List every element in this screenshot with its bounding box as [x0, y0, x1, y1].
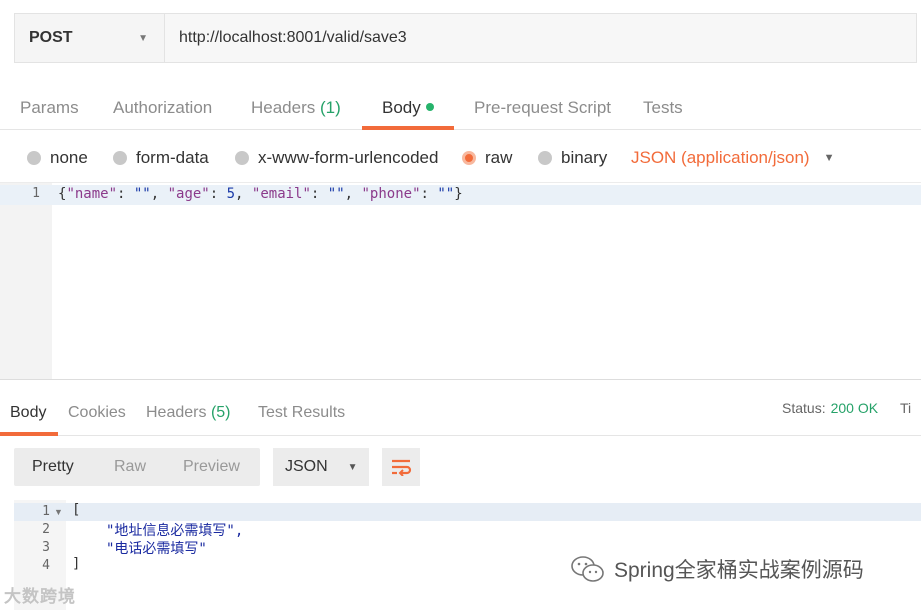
active-tab-indicator — [362, 126, 454, 130]
url-input[interactable]: http://localhost:8001/valid/save3 — [165, 14, 916, 62]
preview-button[interactable]: Preview — [183, 458, 240, 476]
response-line: ] — [72, 556, 81, 572]
radio-form-data[interactable]: form-data — [113, 148, 209, 168]
response-line: [ — [72, 502, 81, 518]
line-number: 1 — [32, 186, 40, 201]
body-format-select[interactable]: JSON (application/json) ▼ — [631, 148, 834, 168]
tab-authorization[interactable]: Authorization — [113, 98, 212, 118]
code-line: {"name": "", "age": 5, "email": "", "pho… — [58, 186, 463, 202]
active-dot-icon — [425, 103, 434, 111]
response-format-select[interactable]: JSON ▼ — [273, 448, 369, 486]
tab-label: Body — [10, 404, 47, 421]
json-value: 5 — [226, 186, 236, 202]
radio-label: raw — [485, 148, 513, 167]
brace-close: } — [454, 186, 463, 202]
json-key: "phone" — [361, 186, 421, 202]
chevron-down-icon: ▼ — [138, 32, 148, 44]
radio-circle-icon — [27, 151, 41, 165]
radio-label: binary — [561, 148, 608, 167]
chevron-down-icon: ▼ — [823, 152, 835, 164]
radio-circle-icon — [235, 151, 249, 165]
tab-tests[interactable]: Tests — [643, 98, 683, 118]
json-key: "name" — [66, 186, 118, 202]
wechat-icon — [571, 556, 604, 582]
watermark-right: Spring全家桶实战案例源码 — [570, 554, 864, 584]
radio-selected-icon — [462, 151, 476, 165]
watermark-text: Spring全家桶实战案例源码 — [614, 559, 864, 582]
response-format-label: JSON — [285, 458, 328, 475]
headers-count: (1) — [320, 98, 341, 117]
tab-label: Headers — [146, 404, 207, 421]
body-type-options: none form-data x-www-form-urlencoded raw… — [0, 142, 921, 174]
status-label: Status: — [782, 400, 826, 416]
tab-headers[interactable]: Headers (1) — [251, 98, 341, 118]
method-select[interactable]: POST ▼ — [15, 14, 165, 62]
radio-circle-icon — [113, 151, 127, 165]
radio-label: x-www-form-urlencoded — [258, 148, 439, 167]
request-bar: POST ▼ http://localhost:8001/valid/save3 — [14, 13, 917, 63]
tab-body[interactable]: Body — [382, 98, 434, 118]
body-format-label: JSON (application/json) — [631, 148, 810, 167]
tab-response-headers[interactable]: Headers (5) — [146, 404, 231, 422]
tab-label: Pre-request Script — [474, 98, 611, 117]
tab-label: Cookies — [68, 404, 126, 421]
response-line: "地址信息必需填写", — [106, 523, 244, 539]
line-number: 3 — [42, 540, 50, 555]
watermark-left: 大数跨境 — [4, 587, 76, 606]
radio-label: none — [50, 148, 88, 167]
tab-label: Body — [382, 98, 421, 117]
tab-label: Test Results — [258, 404, 346, 421]
status-badge: 200 OK — [830, 400, 879, 416]
tab-params[interactable]: Params — [20, 98, 79, 118]
wrap-lines-icon — [392, 459, 412, 476]
active-line-highlight — [14, 503, 921, 521]
tab-label: Authorization — [113, 98, 213, 117]
request-body-editor[interactable]: 1 {"name": "", "age": 5, "email": "", "p… — [0, 182, 921, 380]
status-display: Status: 200 OK — [782, 400, 878, 416]
radio-urlencoded[interactable]: x-www-form-urlencoded — [235, 148, 438, 168]
radio-circle-icon — [538, 151, 552, 165]
editor-gutter — [0, 183, 52, 379]
tab-label: Params — [20, 98, 79, 117]
response-tabs: Body Cookies Headers (5) Test Results St… — [0, 392, 921, 436]
pretty-button[interactable]: Pretty — [32, 458, 74, 476]
json-key: "age" — [167, 186, 210, 202]
chevron-down-icon: ▼ — [347, 461, 358, 473]
tab-cookies[interactable]: Cookies — [68, 404, 126, 422]
time-label-truncated: Ti — [900, 400, 912, 416]
tab-test-results[interactable]: Test Results — [258, 404, 345, 422]
line-number: 4 — [42, 558, 50, 573]
line-number: 1 — [42, 504, 50, 519]
line-number: 2 — [42, 522, 50, 537]
tab-label: Tests — [643, 98, 683, 117]
method-label: POST — [29, 29, 73, 46]
raw-button[interactable]: Raw — [114, 458, 146, 476]
json-value: "" — [327, 186, 345, 202]
fold-arrow-icon[interactable]: ▼ — [54, 507, 63, 517]
json-key: "email" — [251, 186, 311, 202]
radio-raw[interactable]: raw — [462, 148, 512, 168]
radio-label: form-data — [136, 148, 209, 167]
headers-count: (5) — [210, 404, 231, 421]
active-tab-indicator — [0, 432, 58, 436]
request-tabs: Params Authorization Headers (1) Body Pr… — [0, 88, 921, 130]
radio-binary[interactable]: binary — [538, 148, 607, 168]
view-mode-group: Pretty Raw Preview — [14, 448, 260, 486]
json-value: "" — [437, 186, 455, 202]
tab-response-body[interactable]: Body — [10, 404, 46, 422]
wrap-lines-button[interactable] — [382, 448, 420, 486]
tab-pre-request-script[interactable]: Pre-request Script — [474, 98, 611, 118]
radio-none[interactable]: none — [27, 148, 88, 168]
tab-label: Headers — [251, 98, 316, 117]
response-line: "电话必需填写" — [106, 541, 207, 557]
json-value: "" — [133, 186, 151, 202]
